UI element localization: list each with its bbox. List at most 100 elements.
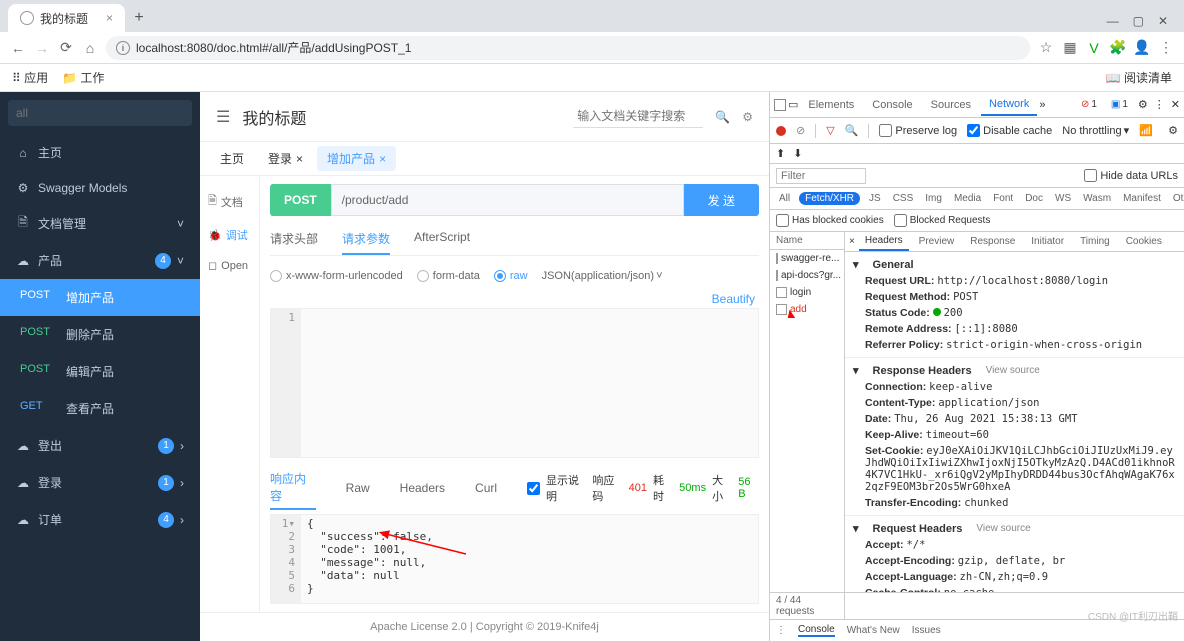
dtab-headers[interactable]: Headers: [859, 232, 909, 251]
blocked-requests-checkbox[interactable]: Blocked Requests: [894, 214, 991, 227]
disable-cache-checkbox[interactable]: Disable cache: [967, 124, 1052, 137]
request-row[interactable]: api-docs?gr...: [770, 267, 844, 284]
close-icon[interactable]: ×: [106, 11, 113, 25]
work-bookmark[interactable]: 📁 工作: [62, 69, 104, 86]
resp-tab-headers[interactable]: Headers: [400, 477, 445, 499]
throttle-select[interactable]: No throttling▾: [1062, 124, 1129, 137]
reload-icon[interactable]: ⟳: [58, 40, 74, 56]
preserve-log-checkbox[interactable]: Preserve log: [879, 124, 957, 137]
sidebar-item-edit[interactable]: POST编辑产品: [0, 353, 200, 390]
subtab-params[interactable]: 请求参数: [342, 224, 390, 255]
inspect-icon[interactable]: [774, 99, 786, 111]
filter-type-media[interactable]: Media: [951, 192, 984, 205]
hide-data-urls-checkbox[interactable]: Hide data URLs: [1084, 169, 1178, 182]
tool-doc[interactable]: 🗎文档: [204, 184, 255, 219]
blocked-cookies-checkbox[interactable]: Has blocked cookies: [776, 214, 884, 227]
filter-type-manifest[interactable]: Manifest: [1120, 192, 1164, 205]
request-row[interactable]: login: [770, 284, 844, 301]
nav-product[interactable]: ☁产品4˅: [0, 242, 200, 279]
close-detail-icon[interactable]: ×: [849, 236, 855, 247]
dt-menu-icon[interactable]: ⋮: [1154, 98, 1165, 111]
wifi-icon[interactable]: 📶: [1139, 124, 1153, 137]
more-tabs-icon[interactable]: »: [1039, 99, 1045, 111]
menu-toggle-icon[interactable]: ☰: [216, 107, 230, 127]
gear-icon[interactable]: ⚙: [1168, 124, 1178, 137]
close-window-icon[interactable]: ✕: [1158, 14, 1168, 28]
search-icon[interactable]: 🔍: [715, 110, 730, 124]
nav-home[interactable]: ⌂主页: [0, 134, 200, 171]
tab-home[interactable]: 主页: [210, 146, 254, 171]
radio-raw[interactable]: raw: [494, 270, 528, 282]
subtab-afterscript[interactable]: AfterScript: [414, 224, 470, 255]
dt-tab-console[interactable]: Console: [864, 95, 920, 115]
close-icon[interactable]: ×: [379, 152, 386, 166]
radio-urlencoded[interactable]: x-www-form-urlencoded: [270, 270, 403, 282]
dtab-response[interactable]: Response: [964, 233, 1021, 250]
record-icon[interactable]: [776, 126, 786, 136]
resp-tab-content[interactable]: 响应内容: [270, 466, 316, 510]
sidebar-item-view[interactable]: GET查看产品: [0, 390, 200, 427]
resp-tab-raw[interactable]: Raw: [346, 477, 370, 499]
drawer-issues[interactable]: Issues: [912, 625, 941, 636]
tool-debug[interactable]: 🐞调试: [204, 219, 255, 251]
filter-type-other[interactable]: Other: [1170, 192, 1184, 205]
sidebar-item-delete[interactable]: POST删除产品: [0, 316, 200, 353]
dtab-timing[interactable]: Timing: [1074, 233, 1116, 250]
filter-type-css[interactable]: CSS: [890, 192, 917, 205]
search-icon[interactable]: 🔍: [845, 124, 859, 137]
minimize-icon[interactable]: —: [1107, 14, 1119, 28]
dt-tab-elements[interactable]: Elements: [800, 95, 862, 115]
subtab-headers[interactable]: 请求头部: [270, 224, 318, 255]
extensions-icon[interactable]: 🧩: [1110, 40, 1126, 56]
nav-login[interactable]: ☁登录1›: [0, 464, 200, 501]
filter-type-wasm[interactable]: Wasm: [1080, 192, 1114, 205]
doc-search-input[interactable]: [573, 105, 703, 128]
dt-tab-sources[interactable]: Sources: [923, 95, 979, 115]
device-icon[interactable]: ▭: [788, 98, 798, 111]
menu-icon[interactable]: ⋮: [1158, 40, 1174, 56]
nav-docs[interactable]: 🗎文档管理˅: [0, 205, 200, 242]
nav-order[interactable]: ☁订单4›: [0, 501, 200, 538]
section-request-headers[interactable]: ▾ Request HeadersView source: [853, 520, 1176, 537]
request-row-add[interactable]: add: [770, 301, 844, 318]
beautify-link[interactable]: Beautify: [270, 290, 759, 308]
ext1-icon[interactable]: ▦: [1062, 40, 1078, 56]
filter-type-fetch/xhr[interactable]: Fetch/XHR: [799, 192, 860, 205]
reading-list[interactable]: 📖 阅读清单: [1106, 69, 1172, 86]
browser-tab[interactable]: 我的标题 ×: [8, 4, 125, 32]
tab-add[interactable]: 增加产品×: [317, 146, 396, 171]
home-icon[interactable]: ⌂: [82, 40, 98, 56]
request-row[interactable]: swagger-re...: [770, 250, 844, 267]
maximize-icon[interactable]: ▢: [1133, 14, 1144, 28]
error-badge[interactable]: ⊘1: [1077, 99, 1101, 110]
clear-icon[interactable]: ⊘: [796, 124, 805, 137]
request-body-editor[interactable]: 1: [270, 308, 759, 458]
filter-type-img[interactable]: Img: [922, 192, 945, 205]
tool-open[interactable]: ◻Open: [204, 251, 255, 280]
new-tab-button[interactable]: +: [125, 4, 153, 32]
back-icon[interactable]: ←: [10, 40, 26, 56]
send-button[interactable]: 发 送: [684, 184, 759, 216]
tab-login[interactable]: 登录×: [258, 146, 313, 171]
dtab-cookies[interactable]: Cookies: [1120, 233, 1168, 250]
filter-input[interactable]: [776, 168, 866, 184]
ext2-icon[interactable]: V: [1086, 40, 1102, 56]
content-type-select[interactable]: JSON(application/json)˅: [542, 270, 663, 282]
dtab-initiator[interactable]: Initiator: [1025, 233, 1070, 250]
profile-icon[interactable]: 👤: [1134, 40, 1150, 56]
drawer-menu-icon[interactable]: ⋮: [776, 625, 786, 636]
sidebar-item-add[interactable]: POST增加产品: [0, 279, 200, 316]
show-desc-checkbox[interactable]: [527, 482, 540, 495]
sidebar-search-input[interactable]: [8, 100, 192, 126]
resp-tab-curl[interactable]: Curl: [475, 477, 497, 499]
nav-models[interactable]: ⚙Swagger Models: [0, 171, 200, 205]
favorite-icon[interactable]: ☆: [1038, 40, 1054, 56]
settings-icon[interactable]: ⚙: [742, 110, 753, 124]
section-response-headers[interactable]: ▾ Response HeadersView source: [853, 362, 1176, 379]
address-bar[interactable]: i localhost:8080/doc.html#/all/产品/addUsi…: [106, 36, 1030, 60]
filter-toggle-icon[interactable]: ▽: [826, 124, 834, 137]
section-general[interactable]: ▾ General: [853, 256, 1176, 273]
dt-tab-network[interactable]: Network: [981, 94, 1037, 116]
filter-type-all[interactable]: All: [776, 192, 793, 205]
nav-logout[interactable]: ☁登出1›: [0, 427, 200, 464]
